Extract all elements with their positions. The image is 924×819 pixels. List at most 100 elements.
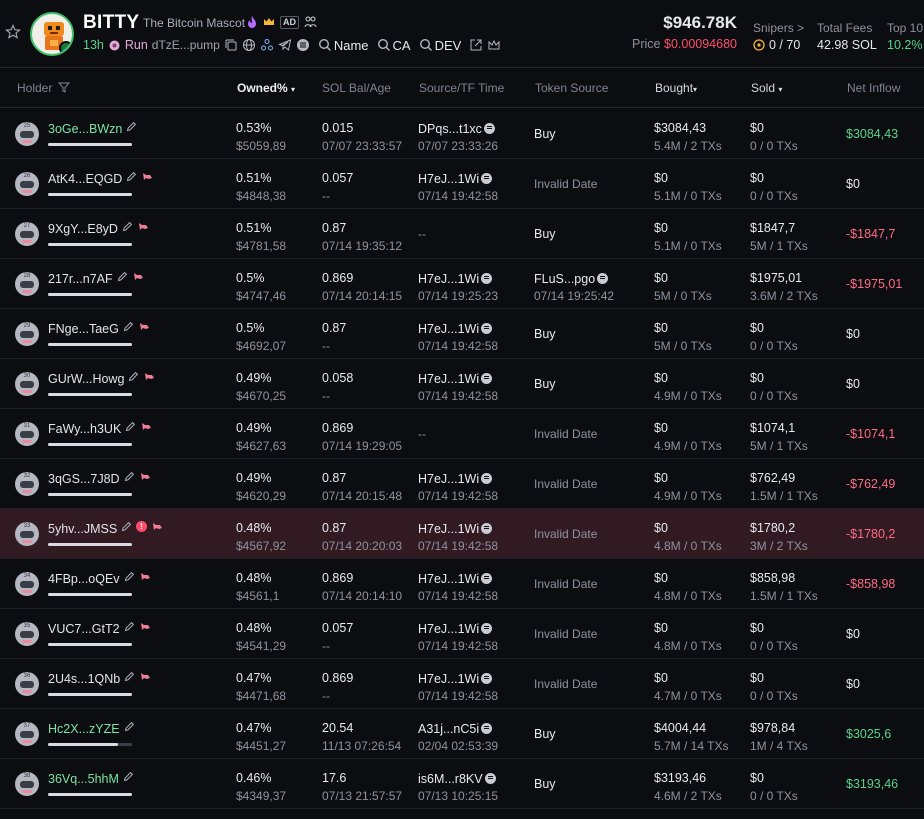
edit-icon[interactable] bbox=[124, 721, 135, 732]
copy-icon[interactable] bbox=[224, 38, 238, 52]
table-row[interactable]: 31 FaWy...h3UK 0.49% $4627,63 0.869 07/14 19:… bbox=[0, 409, 924, 459]
holder-address-text: 36Vq...5hhM bbox=[48, 772, 119, 786]
source-address[interactable]: is6M...r8KV bbox=[418, 772, 496, 786]
edit-icon[interactable] bbox=[124, 571, 135, 582]
table-row[interactable]: 30 GUrW...Howg 0.49% $4670,25 0.058 -- H7eJ...… bbox=[0, 359, 924, 409]
edit-icon[interactable] bbox=[124, 621, 135, 632]
col-sold-label: Sold bbox=[751, 81, 776, 95]
telegram-icon[interactable] bbox=[277, 38, 292, 52]
token-source: Invalid Date bbox=[534, 427, 597, 441]
table-row[interactable]: 34 4FBp...oQEv 0.48% $4561,1 0.869 07/14 20:1… bbox=[0, 559, 924, 609]
source-address[interactable]: H7eJ...1Wi bbox=[418, 372, 493, 386]
col-sold[interactable]: Sold ▾ bbox=[751, 81, 782, 95]
source-address-text: -- bbox=[418, 227, 426, 241]
source-address[interactable]: H7eJ...1Wi bbox=[418, 322, 493, 336]
holder-address[interactable]: GUrW...Howg bbox=[48, 372, 124, 386]
holder-address-text: 217r...n7AF bbox=[48, 272, 113, 286]
edit-icon[interactable] bbox=[126, 171, 137, 182]
fish-icon bbox=[141, 473, 150, 480]
holder-address[interactable]: 2U4s...1QNb bbox=[48, 672, 120, 686]
table-row[interactable]: 35 VUC7...GtT2 0.48% $4541,29 0.057 -- H7eJ...… bbox=[0, 609, 924, 659]
search-ca-link[interactable]: CA bbox=[377, 38, 411, 53]
col-holder[interactable]: Holder bbox=[17, 81, 70, 95]
table-row[interactable]: 38 36Vq...5hhM 0.46% $4349,37 17.6 07/13 21:5… bbox=[0, 759, 924, 809]
token-source: Buy bbox=[534, 327, 556, 341]
holding-bar bbox=[48, 493, 132, 496]
edit-icon[interactable] bbox=[124, 671, 135, 682]
holder-address[interactable]: 4FBp...oQEv bbox=[48, 572, 120, 586]
list-icon[interactable] bbox=[296, 38, 310, 52]
table-row[interactable]: 32 3qGS...7J8D 0.49% $4620,29 0.87 07/14 20:1… bbox=[0, 459, 924, 509]
fish-icon bbox=[141, 623, 150, 630]
edit-icon[interactable] bbox=[123, 771, 134, 782]
holder-address-text: Hc2X...zYZE bbox=[48, 722, 120, 736]
sol-balance: 0.015 bbox=[322, 121, 354, 135]
source-address[interactable]: H7eJ...1Wi bbox=[418, 172, 493, 186]
table-row[interactable]: 36 2U4s...1QNb 0.47% $4471,68 0.869 -- H7eJ...… bbox=[0, 659, 924, 709]
holder-address[interactable]: 9XgY...E8yD bbox=[48, 222, 118, 236]
source-address[interactable]: DPqs...t1xc bbox=[418, 122, 495, 136]
source-address[interactable]: H7eJ...1Wi bbox=[418, 522, 493, 536]
snipers-label[interactable]: Snipers > bbox=[753, 21, 804, 35]
source-address[interactable]: H7eJ...1Wi bbox=[418, 472, 493, 486]
holder-address[interactable]: 3oGe...BWzn bbox=[48, 122, 122, 136]
holder-address[interactable]: 5yhv...JMSS bbox=[48, 522, 117, 536]
edit-icon[interactable] bbox=[124, 471, 135, 482]
holder-address[interactable]: AtK4...EQGD bbox=[48, 172, 122, 186]
source-address[interactable]: H7eJ...1Wi bbox=[418, 622, 493, 636]
holder-address[interactable]: Hc2X...zYZE bbox=[48, 722, 120, 736]
source-address[interactable]: -- bbox=[418, 427, 426, 441]
globe-icon[interactable] bbox=[242, 38, 256, 52]
edit-icon[interactable] bbox=[121, 521, 132, 532]
edit-icon[interactable] bbox=[117, 271, 128, 282]
col-sol-bal[interactable]: SOL Bal/Age bbox=[322, 81, 391, 95]
holder-address[interactable]: 217r...n7AF bbox=[48, 272, 113, 286]
sold-detail: 1M / 4 TXs bbox=[750, 739, 808, 753]
edit-icon[interactable] bbox=[125, 421, 136, 432]
search-name-link[interactable]: Name bbox=[318, 38, 369, 53]
edit-icon[interactable] bbox=[128, 371, 139, 382]
col-token-source[interactable]: Token Source bbox=[535, 81, 608, 95]
col-source-tf[interactable]: Source/TF Time bbox=[419, 81, 504, 95]
search-dev-link[interactable]: DEV bbox=[419, 38, 461, 53]
community-icon[interactable] bbox=[260, 38, 274, 52]
crown-outline-icon[interactable] bbox=[487, 38, 501, 52]
table-row[interactable]: 29 FNge...TaeG 0.5% $4692,07 0.87 -- H7eJ...1W… bbox=[0, 309, 924, 359]
edit-icon[interactable] bbox=[123, 321, 134, 332]
holder-address[interactable]: 36Vq...5hhM bbox=[48, 772, 119, 786]
table-row[interactable]: 33 5yhv...JMSS! 0.48% $4567,92 0.87 07/14 20:… bbox=[0, 509, 924, 559]
holder-address[interactable]: 3qGS...7J8D bbox=[48, 472, 120, 486]
holding-bar bbox=[48, 743, 132, 746]
source-time: 07/14 19:42:58 bbox=[418, 689, 499, 703]
source-address[interactable]: -- bbox=[418, 227, 426, 241]
holder-address[interactable]: VUC7...GtT2 bbox=[48, 622, 120, 636]
price-value: $0.00094680 bbox=[664, 37, 737, 51]
bought-detail: 4.7M / 0 TXs bbox=[654, 689, 722, 703]
col-owned[interactable]: Owned% ▾ bbox=[237, 81, 295, 95]
source-address[interactable]: H7eJ...1Wi bbox=[418, 572, 493, 586]
holder-address[interactable]: FNge...TaeG bbox=[48, 322, 119, 336]
table-row[interactable]: 25 3oGe...BWzn 0.53% $5059,89 0.015 07/07 23:… bbox=[0, 109, 924, 159]
table-row[interactable]: 27 9XgY...E8yD 0.51% $4781,58 0.87 07/14 19:3… bbox=[0, 209, 924, 259]
table-row[interactable]: 37 Hc2X...zYZE 0.47% $4451,27 20.54 11/13 07:… bbox=[0, 709, 924, 759]
source-address[interactable]: H7eJ...1Wi bbox=[418, 672, 493, 686]
col-net-inflow[interactable]: Net Inflow bbox=[847, 81, 900, 95]
filter-icon[interactable] bbox=[57, 82, 70, 93]
holder-tags bbox=[124, 671, 151, 682]
contract-address[interactable]: dTzE...pump bbox=[152, 38, 220, 52]
bought-usd: $4004,44 bbox=[654, 721, 707, 735]
source-address[interactable]: H7eJ...1Wi bbox=[418, 272, 493, 286]
star-icon[interactable] bbox=[5, 24, 21, 40]
table-row[interactable]: 28 217r...n7AF 0.5% $4747,46 0.869 07/14 20:1… bbox=[0, 259, 924, 309]
edit-icon[interactable] bbox=[126, 121, 137, 132]
sold-detail: 1.5M / 1 TXs bbox=[750, 489, 818, 503]
table-row[interactable]: 26 AtK4...EQGD 0.51% $4848,38 0.057 -- H7eJ...… bbox=[0, 159, 924, 209]
holder-address-text: 3qGS...7J8D bbox=[48, 472, 120, 486]
source-address[interactable]: A31j...nC5i bbox=[418, 722, 493, 736]
edit-icon[interactable] bbox=[122, 221, 133, 232]
holder-address[interactable]: FaWy...h3UK bbox=[48, 422, 121, 436]
holder-rank: 31 bbox=[23, 423, 31, 429]
col-bought[interactable]: Bought▾ bbox=[655, 81, 697, 95]
sold-detail: 0 / 0 TXs bbox=[750, 639, 798, 653]
external-link-icon[interactable] bbox=[469, 38, 483, 52]
